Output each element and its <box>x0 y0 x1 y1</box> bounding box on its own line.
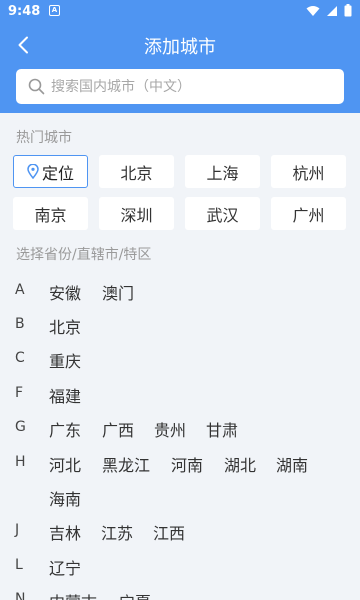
search-input[interactable] <box>51 78 331 95</box>
province-row-l: L 辽宁 <box>0 550 360 584</box>
page-title: 添加城市 <box>144 37 216 58</box>
index-letter: B <box>15 316 25 332</box>
province-item[interactable]: 河北 <box>49 452 81 476</box>
search-box[interactable] <box>16 69 344 104</box>
index-letter: G <box>15 419 26 435</box>
wifi-icon <box>306 5 320 16</box>
province-section-label: 选择省份/直辖市/特区 <box>16 247 152 263</box>
index-letter: L <box>15 557 23 573</box>
hot-city-button[interactable]: 南京 <box>13 197 88 230</box>
battery-icon <box>344 4 352 17</box>
system-icons <box>306 4 352 17</box>
province-row-h: H 河北 黑龙江 河南 湖北 湖南 <box>0 447 360 481</box>
nav-bar: 添加城市 <box>0 24 360 66</box>
province-item[interactable]: 贵州 <box>154 417 186 441</box>
province-item[interactable]: 澳门 <box>102 280 134 304</box>
index-letter: C <box>15 350 25 366</box>
hot-city-button[interactable]: 杭州 <box>271 155 346 188</box>
province-row-a: A 安徽 澳门 <box>0 275 360 309</box>
province-row-b: B 北京 <box>0 309 360 343</box>
locate-button[interactable]: 定位 <box>13 155 88 188</box>
province-row-g: G 广东 广西 贵州 甘肃 <box>0 412 360 446</box>
province-row-c: C 重庆 <box>0 343 360 377</box>
province-item[interactable]: 湖南 <box>276 452 308 476</box>
province-item[interactable]: 宁夏 <box>119 589 151 600</box>
province-item[interactable]: 广东 <box>49 417 81 441</box>
notification-icon: A <box>49 5 60 16</box>
province-item[interactable]: 福建 <box>49 383 81 407</box>
signal-icon <box>327 5 337 16</box>
province-row-h-continued: 海南 <box>0 481 360 515</box>
hot-cities-label: 热门城市 <box>16 130 72 146</box>
province-item[interactable]: 内蒙古 <box>49 589 97 600</box>
header: 9:48 A 添加城市 <box>0 0 360 113</box>
province-item[interactable]: 江西 <box>153 520 185 544</box>
hot-city-button[interactable]: 武汉 <box>185 197 260 230</box>
province-item[interactable]: 安徽 <box>49 280 81 304</box>
hot-city-button[interactable]: 深圳 <box>99 197 174 230</box>
province-row-f: F 福建 <box>0 378 360 412</box>
index-letter: J <box>15 522 20 538</box>
province-row-j: J 吉林 江苏 江西 <box>0 515 360 549</box>
province-item[interactable]: 广西 <box>102 417 134 441</box>
province-item[interactable]: 黑龙江 <box>102 452 150 476</box>
province-item[interactable]: 江苏 <box>101 520 133 544</box>
hot-city-button[interactable]: 广州 <box>271 197 346 230</box>
province-item[interactable]: 辽宁 <box>49 555 81 579</box>
province-item[interactable]: 海南 <box>49 486 81 510</box>
index-letter: H <box>15 454 26 470</box>
province-item[interactable]: 甘肃 <box>206 417 238 441</box>
province-item[interactable]: 重庆 <box>49 348 81 372</box>
index-letter: N <box>15 591 26 600</box>
location-pin-icon <box>27 164 39 179</box>
index-letter: A <box>15 282 25 298</box>
province-item[interactable]: 河南 <box>171 452 203 476</box>
province-item[interactable]: 湖北 <box>224 452 256 476</box>
search-icon <box>28 78 45 95</box>
province-row-n: N 内蒙古 宁夏 <box>0 584 360 600</box>
status-time: 9:48 <box>8 4 41 19</box>
locate-label: 定位 <box>41 163 74 183</box>
hot-city-button[interactable]: 上海 <box>185 155 260 188</box>
hot-city-button[interactable]: 北京 <box>99 155 174 188</box>
index-letter: F <box>15 385 24 401</box>
status-bar: 9:48 A <box>0 0 360 24</box>
province-item[interactable]: 吉林 <box>49 520 81 544</box>
province-item[interactable]: 北京 <box>49 314 81 338</box>
